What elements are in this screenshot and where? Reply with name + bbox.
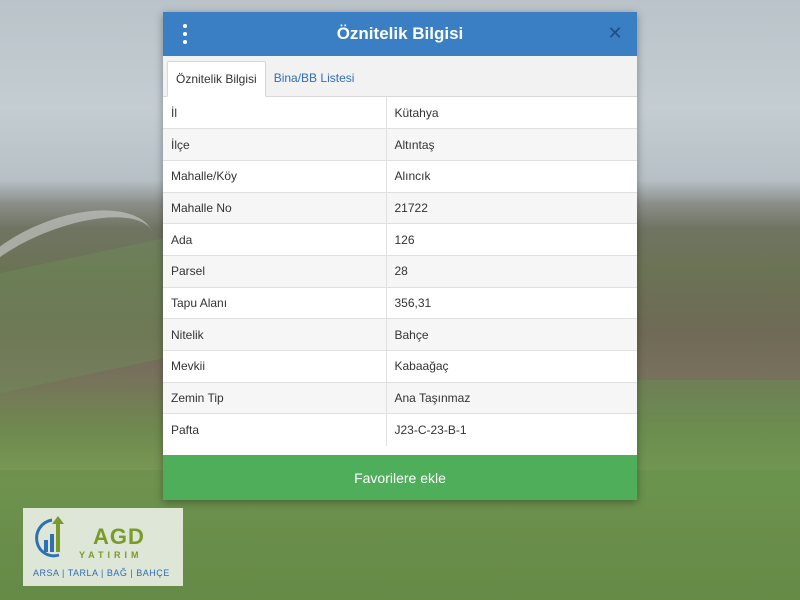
- attribute-value: Bahçe: [386, 318, 637, 351]
- table-row: Pafta J23-C-23-B-1: [163, 413, 637, 446]
- attribute-value: Alıncık: [386, 159, 637, 193]
- chart-arrow-logo-icon: [35, 516, 64, 558]
- table-row: İl Kütahya: [163, 97, 637, 129]
- vertical-dots-icon[interactable]: [177, 22, 193, 46]
- attribute-value: Ana Taşınmaz: [386, 381, 637, 414]
- table-row: Nitelik Bahçe: [163, 318, 637, 351]
- attribute-key: Zemin Tip: [163, 381, 387, 414]
- attribute-table: İl Kütahya İlçe Altıntaş Mahalle/Köy Alı…: [163, 97, 637, 446]
- attribute-key: Ada: [163, 223, 387, 256]
- attribute-info-dialog: Öznitelik Bilgisi ✕ Öznitelik Bilgisi Bi…: [163, 12, 637, 500]
- tab-bar: Öznitelik Bilgisi Bina/BB Listesi: [163, 56, 637, 97]
- table-row: Mevkii Kabaağaç: [163, 350, 637, 383]
- attribute-value: 356,31: [386, 286, 637, 319]
- attribute-value: 28: [386, 254, 637, 288]
- attribute-value: Altıntaş: [386, 128, 637, 161]
- attribute-value: J23-C-23-B-1: [386, 413, 637, 446]
- attribute-key: Parsel: [163, 254, 387, 288]
- dialog-title: Öznitelik Bilgisi: [336, 24, 464, 43]
- dialog-header: Öznitelik Bilgisi ✕: [163, 12, 637, 56]
- table-row: Mahalle/Köy Alıncık: [163, 159, 637, 193]
- logo-tagline: ARSA | TARLA | BAĞ | BAHÇE: [33, 568, 170, 578]
- attribute-key: Pafta: [163, 413, 387, 446]
- attribute-key: İl: [163, 97, 387, 129]
- table-row: Mahalle No 21722: [163, 191, 637, 224]
- attribute-key: Mahalle/Köy: [163, 159, 387, 193]
- table-row: Tapu Alanı 356,31: [163, 286, 637, 319]
- table-row: Parsel 28: [163, 254, 637, 288]
- close-icon[interactable]: ✕: [605, 23, 625, 43]
- attribute-key: Mahalle No: [163, 191, 387, 224]
- attribute-value: Kütahya: [394, 105, 439, 120]
- attribute-key: Mevkii: [163, 350, 387, 383]
- attribute-key: İlçe: [163, 128, 387, 161]
- background-field: [630, 380, 800, 500]
- brand-logo: AGD YATIRIM ARSA | TARLA | BAĞ | BAHÇE: [23, 508, 183, 586]
- logo-brand-text: AGD: [93, 524, 145, 549]
- tab-attribute-info[interactable]: Öznitelik Bilgisi: [167, 61, 266, 97]
- attribute-key: Nitelik: [163, 318, 387, 351]
- attribute-value: 126: [386, 223, 637, 256]
- add-to-favorites-button[interactable]: Favorilere ekle: [163, 455, 637, 500]
- attribute-value: Kabaağaç: [386, 350, 637, 383]
- tab-building-list[interactable]: Bina/BB Listesi: [266, 60, 363, 96]
- attribute-key: Tapu Alanı: [163, 286, 387, 319]
- attribute-value: 21722: [386, 191, 637, 224]
- table-row: Ada 126: [163, 223, 637, 256]
- table-row: İlçe Altıntaş: [163, 128, 637, 161]
- logo-subtitle: YATIRIM: [79, 550, 143, 560]
- table-row: Zemin Tip Ana Taşınmaz: [163, 381, 637, 414]
